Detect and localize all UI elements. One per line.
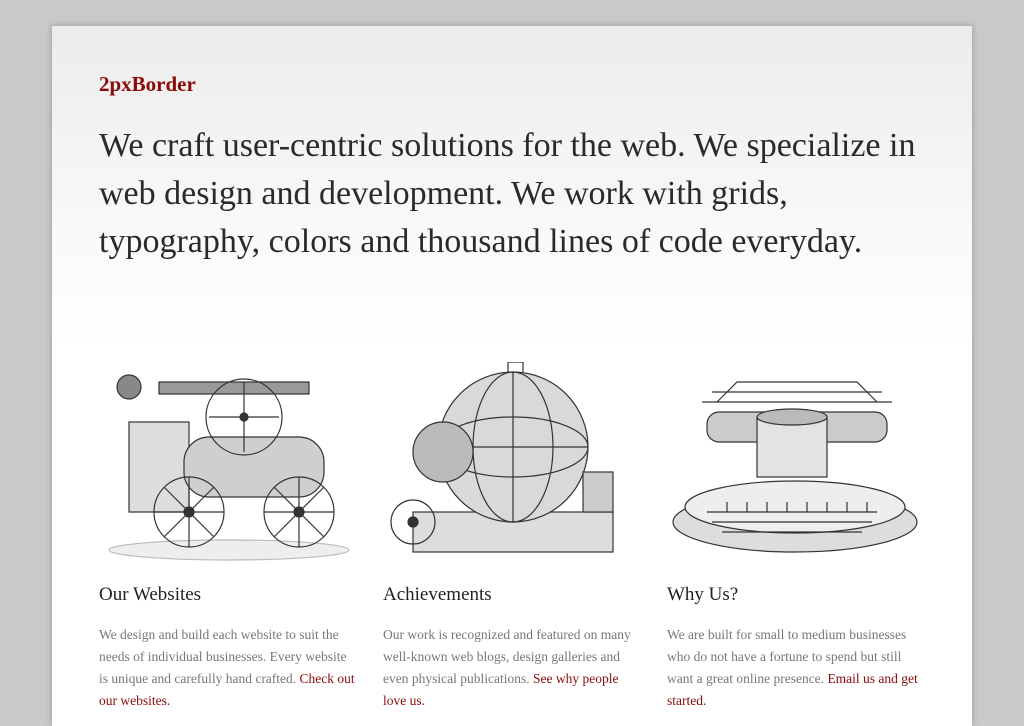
feature-column-why-us: Why Us? We are built for small to medium… — [667, 362, 925, 708]
page-container: 2pxBorder We craft user-centric solution… — [52, 26, 972, 726]
feature-description: We design and build each website to suit… — [99, 627, 355, 708]
feature-description: Our work is recognized and featured on m… — [383, 627, 631, 708]
hero-statement: We craft user-centric solutions for the … — [99, 127, 916, 260]
boiler-sphere-engraving-icon — [390, 362, 614, 553]
feature-title: Our Websites — [99, 584, 202, 605]
feature-description: We are built for small to medium busines… — [667, 627, 918, 708]
feature-title: Achievements — [383, 584, 492, 605]
typewriter-engraving-icon — [672, 381, 918, 553]
feature-column-websites: Our Websites We design and build each we… — [99, 362, 357, 708]
steam-engine-engraving-icon — [108, 374, 350, 561]
feature-title: Why Us? — [667, 584, 739, 605]
brand-logo-link[interactable]: 2pxBorder — [99, 72, 196, 97]
feature-column-achievements: Achievements Our work is recognized and … — [383, 362, 641, 708]
